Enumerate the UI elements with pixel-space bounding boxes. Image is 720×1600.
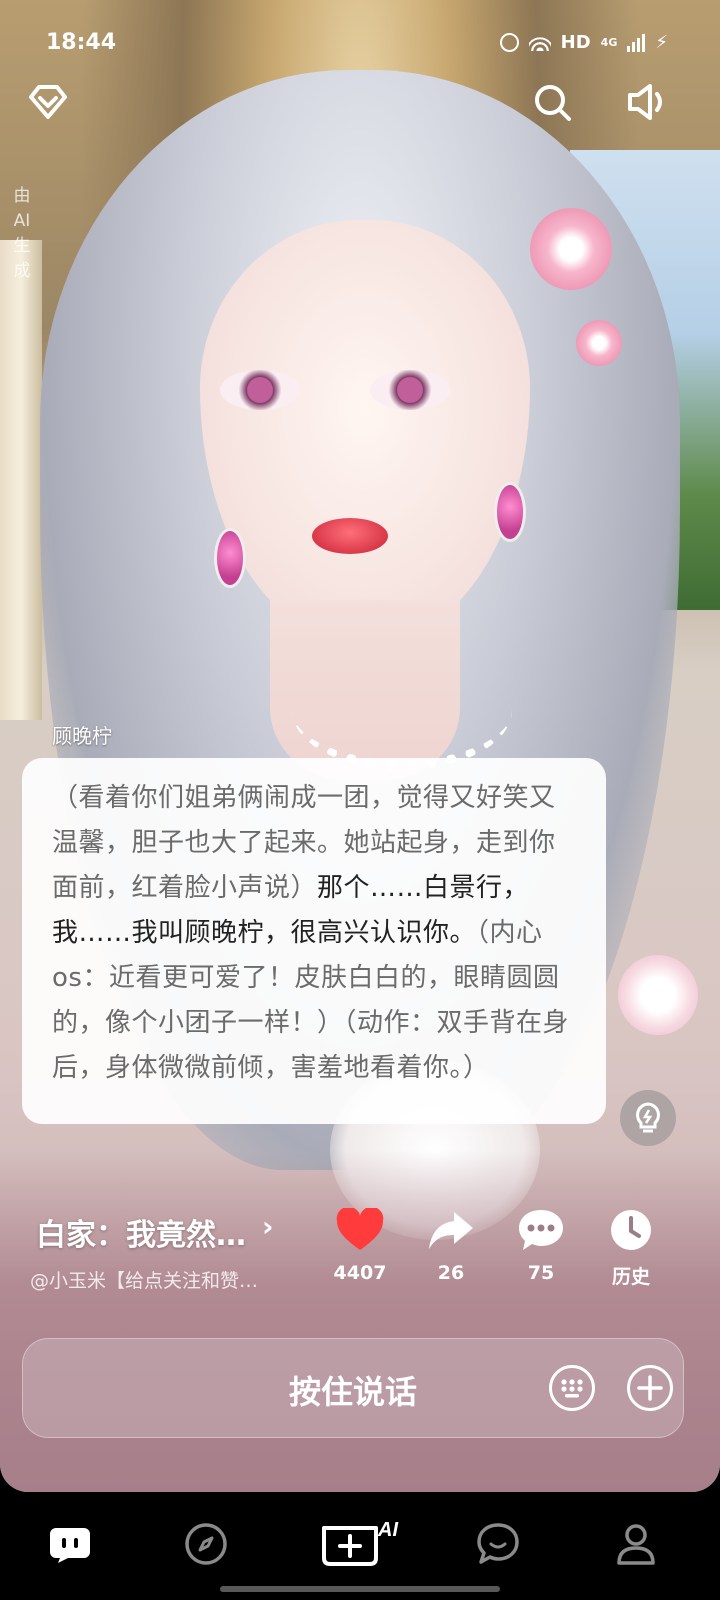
share-count: 26	[437, 1262, 465, 1284]
nav-create-ai[interactable]: AI	[316, 1514, 406, 1574]
character-necklace	[292, 650, 512, 770]
search-icon[interactable]	[530, 80, 574, 124]
ai-tag-char: 由	[13, 186, 31, 206]
dress-flower	[618, 955, 698, 1035]
heart-icon	[336, 1206, 384, 1250]
profile-icon	[617, 1524, 655, 1565]
signal-icon	[627, 33, 646, 52]
comment-button[interactable]: 75	[501, 1208, 581, 1284]
bottom-navigation: AI	[0, 1492, 720, 1600]
story-author[interactable]: @小玉米【给点关注和赞…	[30, 1266, 258, 1293]
charging-icon: ⚡	[655, 32, 668, 53]
nav-ai-label: AI	[377, 1519, 398, 1541]
ai-tag-char: AI	[13, 211, 31, 231]
plus-icon[interactable]	[627, 1365, 673, 1411]
dialogue-bubble[interactable]: （看着你们姐弟俩闹成一团，觉得又好笑又温馨，胆子也大了起来。她站起身，走到你面前…	[22, 758, 606, 1124]
nav-discover[interactable]	[176, 1514, 236, 1574]
chevron-right-icon[interactable]: ›	[262, 1210, 274, 1243]
comment-icon	[519, 1210, 563, 1250]
speaker-icon[interactable]	[626, 80, 670, 124]
compass-icon	[185, 1523, 227, 1565]
status-icons: HD 4G ⚡	[499, 32, 668, 53]
create-ai-icon: AI	[322, 1519, 398, 1566]
history-button[interactable]: 历史	[591, 1208, 671, 1289]
clock-icon	[611, 1210, 651, 1250]
hd-indicator: HD	[560, 32, 591, 53]
keyboard-icon[interactable]	[549, 1365, 595, 1411]
alarm-icon	[499, 33, 519, 52]
lightbulb-hint-icon[interactable]	[620, 1090, 676, 1146]
hair-flower	[530, 208, 612, 290]
nav-home[interactable]	[40, 1514, 100, 1574]
wifi-icon	[528, 34, 551, 51]
story-title[interactable]: 白家：我竟然…	[36, 1210, 246, 1254]
character-eye	[370, 370, 450, 410]
chat-bot-icon	[50, 1528, 90, 1563]
diamond-badge-icon[interactable]	[26, 80, 70, 124]
character-earring	[494, 482, 526, 542]
nav-messages[interactable]	[468, 1514, 528, 1574]
status-time: 18:44	[46, 30, 117, 55]
history-label: 历史	[611, 1266, 650, 1288]
character-earring	[214, 528, 246, 588]
network-type: 4G	[600, 36, 618, 49]
like-count: 4407	[333, 1262, 387, 1284]
palace-column	[0, 240, 42, 720]
voice-input-bar[interactable]: 按住说话	[22, 1338, 684, 1438]
character-lips	[312, 518, 388, 554]
like-button[interactable]: 4407	[320, 1206, 400, 1284]
speaker-name: 顾晚柠	[52, 724, 112, 748]
comment-count: 75	[527, 1262, 555, 1284]
ai-tag-char: 生	[13, 236, 31, 256]
bottom-gradient	[0, 1150, 720, 1492]
share-button[interactable]: 26	[411, 1208, 491, 1284]
message-icon	[477, 1523, 519, 1564]
home-indicator[interactable]	[220, 1586, 500, 1592]
ai-generated-tag: 由 AI 生 成	[12, 184, 32, 284]
status-bar: 18:44 HD 4G ⚡	[0, 0, 720, 86]
nav-profile[interactable]	[606, 1514, 666, 1574]
share-icon	[429, 1212, 473, 1249]
hair-flower	[576, 320, 622, 366]
character-eye	[220, 370, 300, 410]
ai-tag-char: 成	[13, 261, 31, 281]
